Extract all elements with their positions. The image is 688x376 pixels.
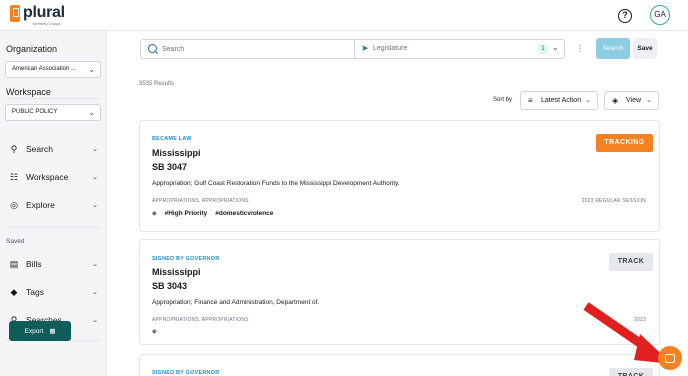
filter-sliders-button[interactable]: ⫶ [571, 39, 589, 59]
sidebar-item-label: Workspace [26, 172, 69, 182]
divider [6, 227, 100, 228]
bill-number[interactable]: SB 3047 [152, 162, 187, 172]
organization-label: Organization [6, 44, 58, 54]
organization-value: American Association ... [12, 66, 77, 72]
chevron-down-icon: ⌄ [92, 261, 98, 268]
sidebar-item-label: Search [26, 144, 53, 154]
location-arrow-icon: ➤ [361, 43, 369, 53]
search-bar: ➤ Legislature 1 ⌄ [140, 39, 565, 59]
search-input[interactable] [141, 40, 354, 58]
sidebar-item-label: Bills [26, 259, 42, 269]
sliders-icon: ⫶ [578, 43, 582, 55]
export-button[interactable]: Export ▦ [9, 321, 71, 341]
bill-state: Mississippi [152, 148, 201, 158]
view-value: View [626, 97, 642, 104]
document-icon: ▤ [9, 258, 19, 269]
plural-logo[interactable]: plural formerly Civiqa [10, 4, 65, 26]
bill-status: SIGNED BY GOVERNOR [152, 370, 220, 376]
legislature-count-badge: 1 [538, 44, 548, 54]
sort-by-label: Sort by [493, 97, 513, 103]
bill-tags: ◆ [152, 328, 157, 335]
bill-tags: ◆ #High Priority #domesticviolence [152, 210, 273, 217]
results-count: 3535 Results [139, 81, 175, 87]
compass-icon: ◎ [10, 199, 18, 210]
tag-icon[interactable]: ◆ [152, 328, 157, 335]
bill-description: Appropriation; Gulf Coast Restoration Fu… [152, 180, 400, 187]
bill-card[interactable]: BECAME LAW Mississippi SB 3047 Appropria… [139, 120, 660, 232]
sidebar-item-label: Explore [26, 200, 55, 210]
bill-state: Mississippi [152, 267, 201, 277]
sort-select[interactable]: ≡ Latest Action ⌄ [520, 91, 598, 110]
save-button[interactable]: Save [633, 38, 657, 59]
legislature-field[interactable]: Legislature [373, 40, 493, 58]
sidebar-item-tags[interactable]: ◆ Tags ⌄ [8, 284, 100, 300]
export-label: Export [24, 327, 44, 335]
search-icon: ⚲ [10, 143, 18, 154]
chevron-down-icon: ⌄ [88, 108, 95, 117]
sidebar-item-bills[interactable]: ▤ Bills ⌄ [8, 256, 100, 272]
saved-section-label: Saved [6, 238, 25, 245]
bill-number[interactable]: SB 3043 [152, 281, 187, 291]
workspace-select[interactable]: PUBLIC POLICY ⌄ [5, 104, 101, 121]
tag-chip[interactable]: #High Priority [165, 210, 208, 217]
bill-subjects: APPROPRIATIONS, APPROPRIATIONS [152, 198, 249, 204]
divider [354, 40, 355, 58]
tag-chip[interactable]: #domesticviolence [215, 210, 273, 217]
workspace-value: PUBLIC POLICY [12, 109, 58, 115]
sort-lines-icon: ≡ [528, 96, 533, 105]
brand-name: plural [23, 4, 65, 21]
tracking-button[interactable]: TRACKING [596, 134, 653, 152]
layers-icon: ◈ [612, 96, 619, 105]
view-select[interactable]: ◈ View ⌄ [604, 91, 659, 110]
bill-status: BECAME LAW [152, 136, 192, 142]
chevron-down-icon: ⌄ [92, 202, 98, 209]
chevron-down-icon: ⌄ [92, 317, 98, 324]
divider [6, 98, 100, 99]
sidebar-item-search[interactable]: ⚲ Search ⌄ [8, 141, 100, 157]
workspace-label: Workspace [6, 87, 51, 97]
chevron-down-icon: ⌄ [646, 97, 652, 104]
sidebar-item-label: Tags [26, 287, 44, 297]
tag-icon[interactable]: ◆ [152, 210, 157, 217]
sidebar-item-workspace[interactable]: ☷ Workspace ⌄ [8, 169, 100, 185]
chevron-down-icon: ⌄ [92, 146, 98, 153]
bill-subjects: APPROPRIATIONS, APPROPRIATIONS [152, 317, 249, 323]
bill-status: SIGNED BY GOVERNOR [152, 256, 220, 262]
chat-launcher-button[interactable] [658, 346, 682, 370]
bill-description: Appropriation; Finance and Administratio… [152, 299, 320, 306]
plural-logo-icon [10, 5, 20, 22]
chevron-down-icon: ⌄ [92, 289, 98, 296]
chevron-down-icon[interactable]: ⌄ [552, 43, 559, 52]
chevron-down-icon: ⌄ [88, 65, 95, 74]
question-circle-icon[interactable]: ? [618, 9, 632, 23]
export-file-icon: ▦ [49, 328, 56, 335]
search-button[interactable]: Search [596, 38, 630, 59]
chevron-down-icon: ⌄ [585, 97, 591, 104]
brand-tagline: formerly Civiqa [33, 21, 60, 26]
sort-value: Latest Action [541, 97, 582, 104]
sidebar-item-explore[interactable]: ◎ Explore ⌄ [8, 197, 100, 213]
avatar[interactable]: GA [650, 5, 670, 25]
chevron-down-icon: ⌄ [92, 174, 98, 181]
chat-icon [665, 353, 675, 363]
tag-icon: ◆ [10, 286, 18, 297]
track-button[interactable]: TRACK [609, 253, 653, 271]
top-bar: plural formerly Civiqa ? GA [0, 0, 688, 31]
people-icon: ☷ [9, 171, 19, 182]
bill-session: 2023 REGULAR SESSION [581, 198, 646, 204]
organization-select[interactable]: American Association ... ⌄ [5, 61, 101, 78]
